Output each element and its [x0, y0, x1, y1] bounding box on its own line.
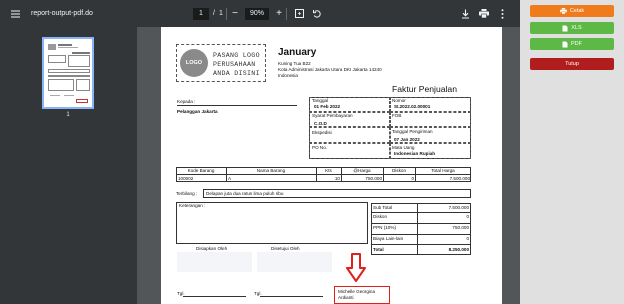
syarat-label: Syarat Pembayaran — [312, 113, 353, 118]
thumbnail-page-number: 1 — [66, 112, 70, 118]
diskon-value: 0 — [466, 214, 469, 219]
tgl-kirim-value: 07 Jan 2022 — [394, 137, 420, 142]
zoom-wrap: 90% — [244, 0, 270, 27]
to-value: Pelanggan Jakarta — [177, 109, 218, 114]
subtotal-label: Sub Total — [373, 205, 393, 210]
pdf-viewer: report-output-pdf.do 1 / 1 − 90% + 1 LOG… — [0, 0, 520, 304]
terbilang-value: Delapan juta dua ratus lima puluh ribu — [206, 191, 284, 196]
file-icon — [562, 25, 568, 31]
company-address-2: Kota Administrasi Jakarta Utara DKI Jaka… — [278, 67, 382, 72]
keterangan-box — [176, 202, 368, 244]
table-cell: 10 — [334, 175, 340, 181]
menu-icon[interactable] — [6, 0, 24, 27]
page-total: 1 — [219, 10, 223, 17]
rotate-icon[interactable] — [311, 0, 323, 27]
cetak-label: Cetak — [569, 8, 585, 14]
zoom-level[interactable]: 90% — [245, 7, 269, 20]
table-cell: 100002 — [178, 175, 194, 181]
col-diskon: Diskon — [391, 168, 407, 173]
company-address-3: Indonesia — [278, 73, 298, 78]
action-panel: Cetak XLS PDF Tutup — [520, 0, 624, 304]
tanggal-value: 01 Feb 2022 — [314, 104, 341, 109]
table-cell: 7.500.000 — [449, 175, 470, 181]
print-icon — [559, 8, 567, 14]
pdf-label: PDF — [571, 41, 582, 47]
syarat-value: C.O.D — [314, 121, 327, 126]
disetujui-label: Disetujui Oleh — [271, 246, 300, 251]
ekspedisi-label: Ekspedisi — [312, 130, 332, 135]
col-kts: Kts — [325, 168, 332, 173]
ppn-label: PPN (10%) — [373, 225, 396, 230]
file-name: report-output-pdf.do — [31, 10, 93, 17]
cetak-button[interactable]: Cetak — [530, 5, 614, 17]
table-cell: A — [228, 175, 232, 181]
terbilang-label: Terbilang : — [176, 191, 198, 196]
total-value: 8.250.000 — [448, 247, 469, 252]
xls-label: XLS — [571, 25, 582, 31]
file-icon — [562, 41, 568, 47]
table-cell: 750.000 — [365, 175, 382, 181]
to-label: Kepada : — [177, 99, 196, 104]
po-label: PO No. — [312, 145, 328, 150]
biaya-label: Biaya Lain-lain — [373, 236, 404, 241]
ppn-value: 750.000 — [452, 225, 469, 230]
page-number-input[interactable]: 1 — [193, 7, 209, 20]
mata-uang-label: Mata Uang — [392, 145, 415, 150]
xls-button[interactable]: XLS — [530, 22, 614, 34]
more-options-icon[interactable] — [496, 0, 508, 27]
invoice-page: LOGO PASANG LOGO PERUSAHAAN ANDA DISINI … — [161, 27, 502, 304]
signature-area-1 — [177, 252, 252, 272]
fob-label: FOB — [392, 113, 402, 118]
page-input-wrap: 1 — [190, 0, 212, 27]
mata-uang-value: Indonesian Rupiah — [394, 151, 436, 156]
col-nama: Nama Barang — [256, 168, 286, 173]
red-arrow-icon — [346, 253, 366, 282]
subtotal-value: 7.500.000 — [448, 205, 469, 210]
nomor-label: Nomor — [392, 98, 406, 103]
download-icon[interactable] — [459, 0, 471, 27]
col-total: Total Harga — [431, 168, 455, 173]
print-icon[interactable] — [477, 0, 491, 27]
biaya-value: 0 — [466, 236, 469, 241]
nomor-value: SI.2022.02.00001 — [394, 104, 431, 109]
invoice-title: Faktur Penjualan — [392, 84, 457, 94]
tgl-kirim-label: Tanggal Pengiriman — [392, 129, 433, 134]
signer-name-line-2: Ardianti — [338, 295, 354, 300]
tutup-label: Tutup — [565, 61, 579, 67]
page-thumbnail[interactable] — [42, 37, 94, 109]
col-kode: Kode Barang — [187, 168, 215, 173]
fit-page-icon[interactable] — [293, 0, 305, 27]
table-cell: 0 — [411, 175, 414, 181]
signature-area-2 — [257, 252, 332, 272]
logo-placeholder-text: PASANG LOGO PERUSAHAAN ANDA DISINI — [213, 52, 260, 77]
tutup-button[interactable]: Tutup — [530, 58, 614, 70]
signer-name-line-1: Michelle Georgina — [338, 289, 376, 294]
col-harga: @Harga — [353, 168, 371, 173]
diskon-label: Diskon — [373, 214, 388, 219]
keterangan-label: Keterangan : — [179, 203, 206, 208]
zoom-in-icon[interactable]: + — [273, 0, 285, 27]
logo-circle: LOGO — [180, 49, 208, 77]
zoom-out-icon[interactable]: − — [229, 0, 241, 27]
disiapkan-label: Disiapkan Oleh — [196, 246, 228, 251]
tanggal-label: Tanggal — [312, 98, 329, 103]
pdf-toolbar: report-output-pdf.do 1 / 1 − 90% + — [0, 0, 520, 27]
company-address-1: Kuning Tua B22 — [278, 61, 311, 66]
pdf-button[interactable]: PDF — [530, 38, 614, 50]
total-label: Total — [373, 247, 384, 252]
company-name: January — [278, 47, 317, 58]
